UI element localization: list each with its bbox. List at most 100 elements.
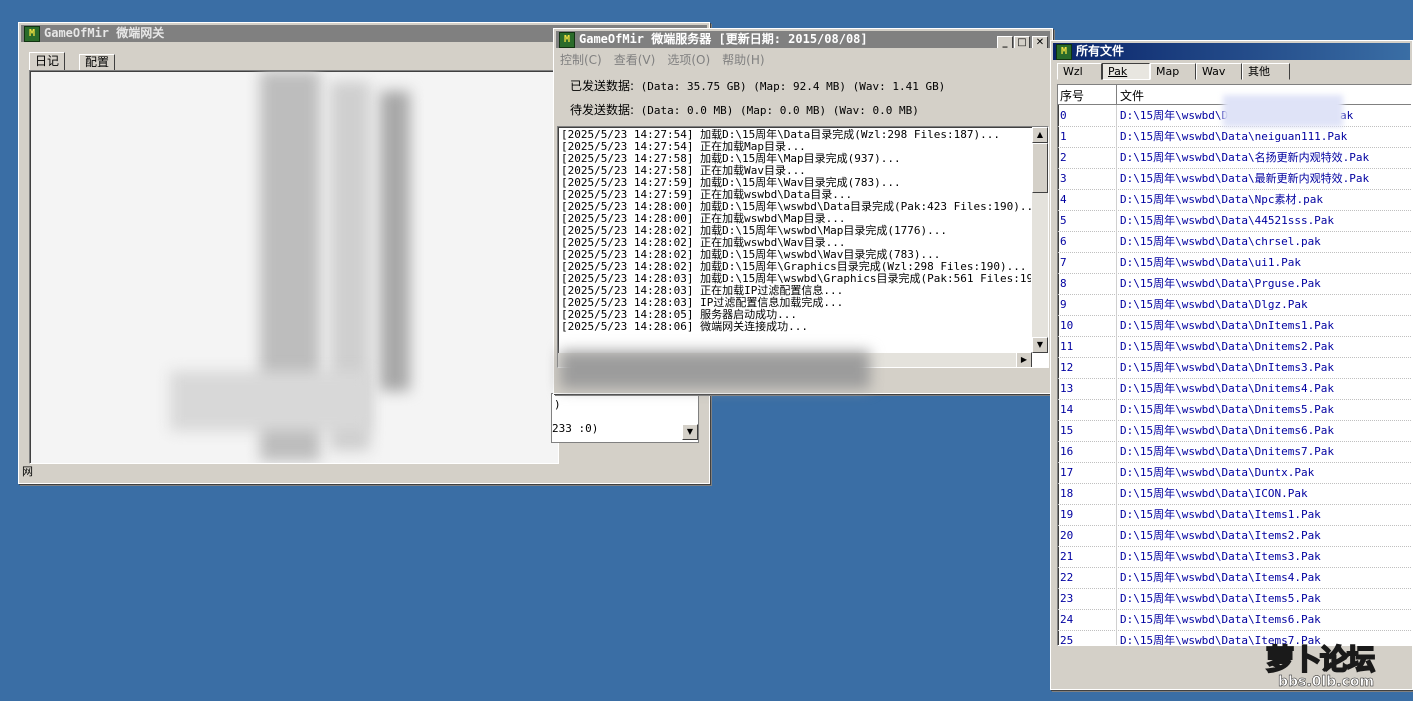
file-path: D:\15周年\wswbd\Data\Items2.Pak — [1120, 529, 1321, 542]
file-index: 16 — [1060, 445, 1074, 458]
column-divider — [1116, 441, 1117, 462]
file-row[interactable]: 3 D:\15周年\wswbd\Data\最新更新内观特效.Pak — [1058, 168, 1411, 190]
file-index: 24 — [1060, 613, 1074, 626]
file-row[interactable]: 5 D:\15周年\wswbd\Data\44521sss.Pak — [1058, 210, 1411, 232]
tab-log[interactable]: 日记 — [29, 52, 66, 71]
file-path: D:\15周年\wswbd\Data\名扬更新内观特效.Pak — [1120, 151, 1370, 164]
file-path: D:\15周年\wswbd\Data\Items3.Pak — [1120, 550, 1321, 563]
file-path: D:\15周年\wswbd\Data\Dnitems2.Pak — [1120, 340, 1335, 353]
column-divider — [1116, 588, 1117, 609]
file-row[interactable]: 15 D:\15周年\wswbd\Data\Dnitems6.Pak — [1058, 420, 1411, 442]
file-path: D:\15周年\wswbd\Data\Items6.Pak — [1120, 613, 1321, 626]
file-row[interactable]: 1 D:\15周年\wswbd\Data\neiguan111.Pak — [1058, 126, 1411, 148]
scroll-up-button[interactable]: ▲ — [1032, 127, 1048, 143]
column-divider — [1116, 567, 1117, 588]
file-row[interactable]: 6 D:\15周年\wswbd\Data\chrsel.pak — [1058, 231, 1411, 253]
scroll-down-button[interactable]: ▼ — [682, 424, 698, 440]
file-path: D:\15周年\wswbd\Data\Dnitems5.Pak — [1120, 403, 1335, 416]
file-row[interactable]: 9 D:\15周年\wswbd\Data\Dlgz.Pak — [1058, 294, 1411, 316]
file-index: 14 — [1060, 403, 1074, 416]
file-path: D:\15周年\wswbd\Data\最新更新内观特效.Pak — [1120, 172, 1370, 185]
file-row[interactable]: 17 D:\15周年\wswbd\Data\Duntx.Pak — [1058, 462, 1411, 484]
menu-help[interactable]: 帮助(H) — [722, 53, 764, 67]
column-divider — [1116, 147, 1117, 168]
server-log[interactable]: [2025/5/23 14:27:54] 加载D:\15周年\Data目录完成(… — [557, 126, 1049, 368]
column-divider — [1116, 630, 1117, 645]
files-title: 所有文件 — [1076, 44, 1125, 58]
maximize-button[interactable]: □ — [1014, 36, 1030, 48]
minimize-button[interactable]: _ — [997, 36, 1013, 48]
tab-pak[interactable]: Pak — [1102, 63, 1150, 80]
log-vscroll[interactable]: ▲ ▼ — [1032, 127, 1048, 353]
column-divider — [1116, 546, 1117, 567]
file-row[interactable]: 11 D:\15周年\wswbd\Data\Dnitems2.Pak — [1058, 336, 1411, 358]
app-icon: M — [559, 32, 575, 48]
column-divider — [1116, 357, 1117, 378]
scroll-down-button[interactable]: ▼ — [1032, 337, 1048, 353]
sent-data-label: 已发送数据: — [570, 79, 635, 93]
column-divider[interactable] — [1116, 85, 1117, 104]
sent-data-value: (Data: 35.75 GB) (Map: 92.4 MB) (Wav: 1.… — [640, 80, 946, 93]
file-index: 2 — [1060, 151, 1067, 164]
file-row[interactable]: 16 D:\15周年\wswbd\Data\Dnitems7.Pak — [1058, 441, 1411, 463]
column-divider — [1116, 378, 1117, 399]
file-index: 11 — [1060, 340, 1074, 353]
forum-watermark: 萝卜论坛 bbs.0lb.com — [1262, 638, 1402, 694]
file-row[interactable]: 13 D:\15周年\wswbd\Data\Dnitems4.Pak — [1058, 378, 1411, 400]
close-button[interactable]: ✕ — [1032, 36, 1048, 48]
file-row[interactable]: 14 D:\15周年\wswbd\Data\Dnitems5.Pak — [1058, 399, 1411, 421]
file-list[interactable]: 序号 文件 0 D:\15周年\wswbd\D ak 1 D:\15周年\wswbd\D… — [1057, 84, 1412, 646]
file-path: D:\15周年\wswbd\Data\ui1.Pak — [1120, 256, 1301, 269]
tab-map[interactable]: Map — [1150, 63, 1196, 80]
file-row[interactable]: 2 D:\15周年\wswbd\Data\名扬更新内观特效.Pak — [1058, 147, 1411, 169]
file-index: 6 — [1060, 235, 1067, 248]
tab-config[interactable]: 配置 — [79, 54, 116, 71]
file-row[interactable]: 18 D:\15周年\wswbd\Data\ICON.Pak — [1058, 483, 1411, 505]
file-index: 0 — [1060, 109, 1067, 122]
server-window[interactable]: M GameOfMir 微端服务器 [更新日期: 2015/08/08] _ □ ✕ … — [553, 28, 1053, 394]
file-index: 7 — [1060, 256, 1067, 269]
file-row[interactable]: 21 D:\15周年\wswbd\Data\Items3.Pak — [1058, 546, 1411, 568]
files-titlebar[interactable]: M 所有文件 — [1053, 43, 1410, 60]
server-title: GameOfMir 微端服务器 [更新日期: 2015/08/08] — [579, 32, 868, 46]
tab-wav[interactable]: Wav — [1196, 63, 1242, 80]
file-path: D:\15周年\wswbd\Data\DnItems1.Pak — [1120, 319, 1335, 332]
file-path: D:\15周年\wswbd\Data\Items5.Pak — [1120, 592, 1321, 605]
file-index: 17 — [1060, 466, 1074, 479]
tab-其他[interactable]: 其他 — [1242, 63, 1290, 80]
file-row[interactable]: 4 D:\15周年\wswbd\Data\Npc素材.pak — [1058, 189, 1411, 211]
file-index: 18 — [1060, 487, 1074, 500]
file-index: 20 — [1060, 529, 1074, 542]
scroll-right-button[interactable]: ▶ — [1016, 352, 1032, 367]
file-row[interactable]: 23 D:\15周年\wswbd\Data\Items5.Pak — [1058, 588, 1411, 610]
column-divider — [1116, 231, 1117, 252]
file-index: 8 — [1060, 277, 1067, 290]
file-row[interactable]: 8 D:\15周年\wswbd\Data\Prguse.Pak — [1058, 273, 1411, 295]
menu-options[interactable]: 选项(O) — [667, 53, 710, 67]
column-divider — [1116, 609, 1117, 630]
file-path: D:\15周年\wswbd\Data\Dnitems6.Pak — [1120, 424, 1335, 437]
gateway-title: GameOfMir 微端网关 — [44, 26, 165, 40]
file-path: D:\15周年\wswbd\D — [1120, 109, 1229, 122]
file-index: 15 — [1060, 424, 1074, 437]
log-lines: [2025/5/23 14:27:54] 加载D:\15周年\Data目录完成(… — [561, 129, 1031, 333]
column-divider — [1116, 336, 1117, 357]
column-divider — [1116, 483, 1117, 504]
column-file[interactable]: 文件 — [1120, 87, 1144, 104]
file-row[interactable]: 7 D:\15周年\wswbd\Data\ui1.Pak — [1058, 252, 1411, 274]
file-row[interactable]: 20 D:\15周年\wswbd\Data\Items2.Pak — [1058, 525, 1411, 547]
file-row[interactable]: 22 D:\15周年\wswbd\Data\Items4.Pak — [1058, 567, 1411, 589]
menu-view[interactable]: 查看(V) — [614, 53, 656, 67]
tab-wzl[interactable]: Wzl — [1057, 63, 1102, 80]
file-row[interactable]: 12 D:\15周年\wswbd\Data\DnItems3.Pak — [1058, 357, 1411, 379]
file-row[interactable]: 24 D:\15周年\wswbd\Data\Items6.Pak — [1058, 609, 1411, 631]
column-divider — [1116, 504, 1117, 525]
files-window[interactable]: M 所有文件 Wzl Pak Map Wav 其他 序号 文件 0 D:\15周年\wswb… — [1050, 40, 1413, 690]
server-titlebar[interactable]: M GameOfMir 微端服务器 [更新日期: 2015/08/08] _ □ ✕ — [556, 31, 1050, 48]
file-row[interactable]: 19 D:\15周年\wswbd\Data\Items1.Pak — [1058, 504, 1411, 526]
column-index[interactable]: 序号 — [1060, 87, 1084, 104]
file-path: D:\15周年\wswbd\Data\Duntx.Pak — [1120, 466, 1315, 479]
menu-control[interactable]: 控制(C) — [560, 53, 602, 67]
file-row[interactable]: 10 D:\15周年\wswbd\Data\DnItems1.Pak — [1058, 315, 1411, 337]
scroll-thumb[interactable] — [1032, 143, 1048, 193]
